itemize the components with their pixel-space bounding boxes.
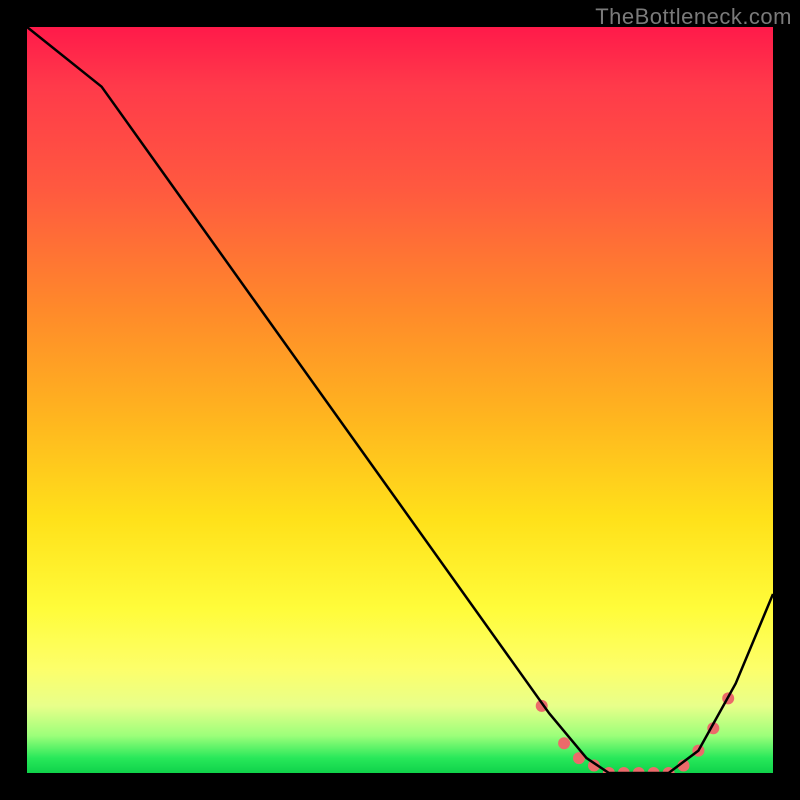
plot-area: [27, 27, 773, 773]
marker-dot: [558, 737, 570, 749]
bottleneck-curve: [27, 27, 773, 773]
curve-layer: [27, 27, 773, 773]
watermark-text: TheBottleneck.com: [595, 4, 792, 30]
chart-container: TheBottleneck.com: [0, 0, 800, 800]
